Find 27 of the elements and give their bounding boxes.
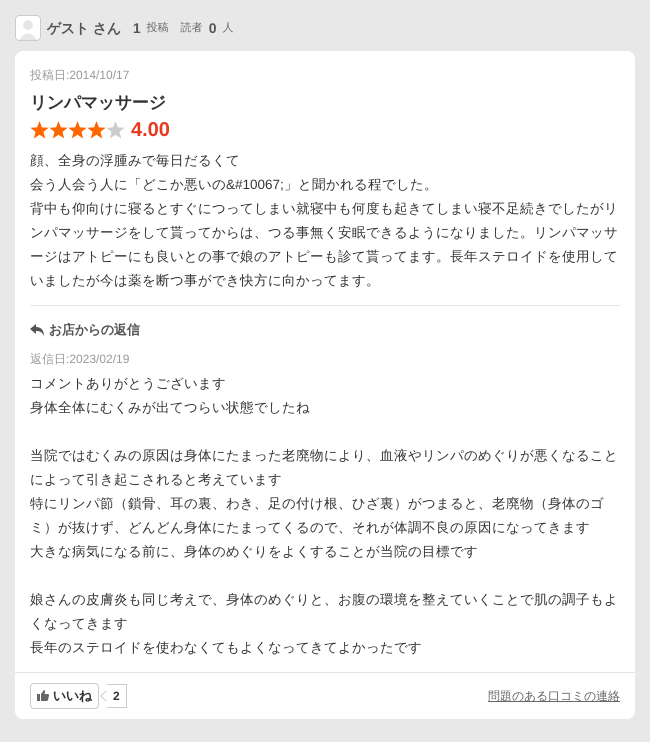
rating-score: 4.00 [131, 118, 170, 143]
reply-text: 当院ではむくみの原因は身体にたまった老廃物により、血液やリンパのめぐりが悪くなることによって引き起こされると考えています [30, 446, 619, 488]
review-text: 顔、全身の浮腫みで毎日だるくて [30, 152, 241, 170]
reply-text: 娘さんの皮膚炎も同じ考えで、身体のめぐりと、お腹の環境を整えていくことで肌の調子もよくなってきます [30, 590, 619, 632]
reply-text: 身体全体にむくみが出てつらい状態でしたね [30, 398, 311, 416]
review-text: 会う人会う人に「どこか悪いの&#10067;」と聞かれる程でした。 [30, 176, 439, 194]
post-label: 投稿 [146, 20, 169, 36]
post-count: 1 [132, 18, 141, 38]
review-text: 背中も仰向けに寝るとすぐにつってしまい就寝中も何度も起きてしまい寝不足続きでしたがリンパマッサージをして貰ってからは、つる事無く安眠できるようになりました。リンパマッサージはアトピーにも良いとの事で娘のアトピーも診て貰ってます。長年ステロイドを使用していましたが今は薬を断つ事ができ快方に向かってます。 [30, 200, 619, 290]
reply-text: 特にリンパ節（鎖骨、耳の裏、わき、足の付け根、ひざ裏）がつまると、老廃物（身体のゴミ）が抜けず、どんどん身体にたまってくるので、それが体調不良の原因になってきます [30, 494, 605, 537]
reader-unit: 人 [222, 20, 234, 36]
reader-count: 0 [208, 18, 216, 38]
review-title: リンパマッサージ [30, 92, 167, 114]
reply-text: 大きな病気になる前に、身体のめぐりをよくすることが当院の目標です [30, 542, 479, 560]
thumbs-up-icon [37, 690, 49, 701]
reply-text: コメントありがとうございます [30, 374, 227, 392]
reply-date: 返信日:2023/02/19 [30, 350, 130, 368]
reply-text: 長年のステロイドを使わなくてもよくなってきてよかったです [30, 638, 423, 656]
report-link[interactable]: 問題のある口コミの連絡 [488, 686, 620, 704]
avatar-icon [15, 15, 41, 41]
like-button[interactable]: いいね [30, 682, 99, 708]
reader-label: 読者 [180, 20, 203, 36]
post-date: 投稿日:2014/10/17 [30, 67, 130, 84]
reply-heading: お店からの返信 [49, 321, 140, 339]
like-count: 2 [107, 684, 127, 708]
reply-arrow-icon [30, 324, 45, 336]
user-name[interactable]: ゲスト さん [47, 18, 121, 38]
